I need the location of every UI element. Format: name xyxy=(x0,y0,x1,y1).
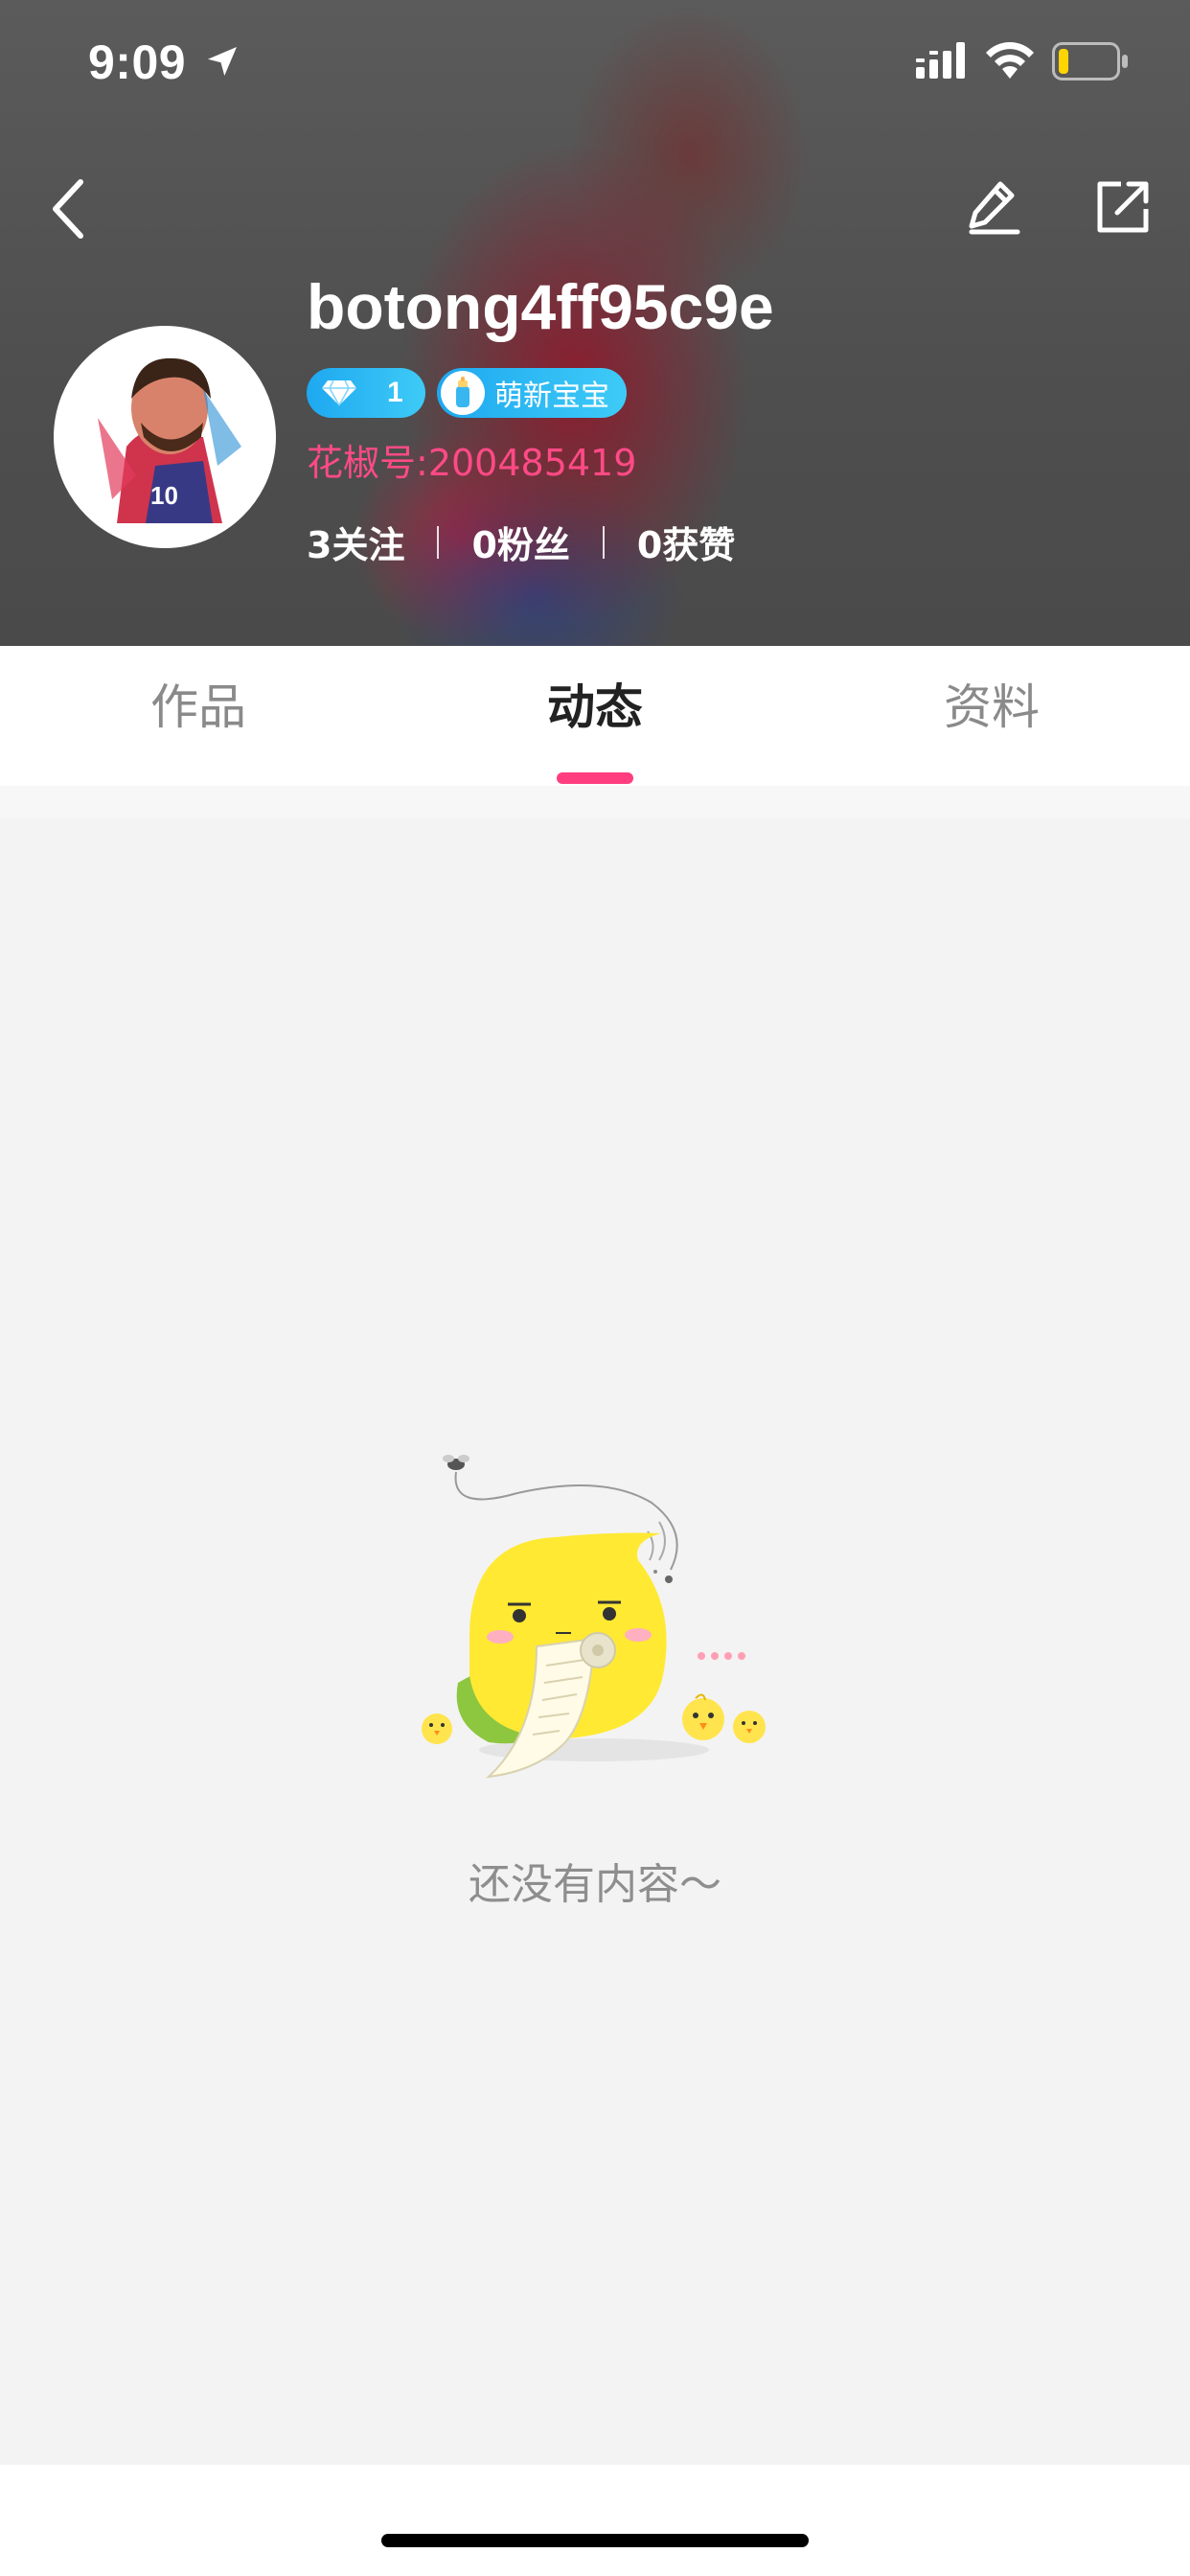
user-id-value: 200485419 xyxy=(427,442,637,484)
home-indicator[interactable] xyxy=(381,2534,809,2547)
signal-icon xyxy=(916,42,965,79)
baby-bottle-icon xyxy=(441,371,485,415)
status-time: 9:09 xyxy=(88,35,187,89)
level-badge[interactable]: 1 xyxy=(307,368,425,418)
battery-icon xyxy=(1052,42,1128,80)
tab-activity[interactable]: 动态 xyxy=(397,646,793,786)
pencil-icon[interactable] xyxy=(968,178,1021,236)
stats-row: 3关注 0粉丝 0获赞 xyxy=(307,516,735,568)
avatar-image: 10 xyxy=(59,332,270,542)
tab-works[interactable]: 作品 xyxy=(0,646,397,786)
username: botong4ff95c9e xyxy=(307,271,774,342)
level-value: 1 xyxy=(387,377,403,408)
stats-divider xyxy=(437,525,440,559)
user-id: 花椒号:200485419 xyxy=(307,433,636,486)
likes-count[interactable]: 0获赞 xyxy=(637,516,735,568)
empty-state-message: 还没有内容～ xyxy=(469,1860,721,1909)
share-external-icon[interactable] xyxy=(1094,178,1152,236)
title-badge[interactable]: 萌新宝宝 xyxy=(437,368,627,418)
active-tab-indicator xyxy=(557,772,633,784)
title-badge-label: 萌新宝宝 xyxy=(494,380,609,412)
chevron-left-icon[interactable] xyxy=(44,176,94,242)
svg-text:10: 10 xyxy=(150,481,178,510)
tab-divider-gap xyxy=(0,786,1190,818)
diamond-icon xyxy=(322,380,356,406)
location-arrow-icon xyxy=(208,47,237,76)
following-count[interactable]: 3关注 xyxy=(307,516,404,568)
stats-divider xyxy=(602,525,605,559)
bottom-safe-area xyxy=(0,2465,1190,2576)
avatar[interactable]: 10 xyxy=(54,326,276,548)
profile-header: 9:09 10 botong4ff95c9e 1 萌新宝宝 花椒号:200485… xyxy=(0,0,1190,646)
tab-bar: 作品 动态 资料 xyxy=(0,646,1190,786)
wifi-icon xyxy=(986,42,1034,79)
user-id-label: 花椒号: xyxy=(307,442,428,484)
fans-count[interactable]: 0粉丝 xyxy=(471,516,569,568)
tab-profile-info[interactable]: 资料 xyxy=(793,646,1190,786)
empty-state-illustration xyxy=(422,1455,766,1779)
badge-row: 1 萌新宝宝 xyxy=(307,368,627,418)
